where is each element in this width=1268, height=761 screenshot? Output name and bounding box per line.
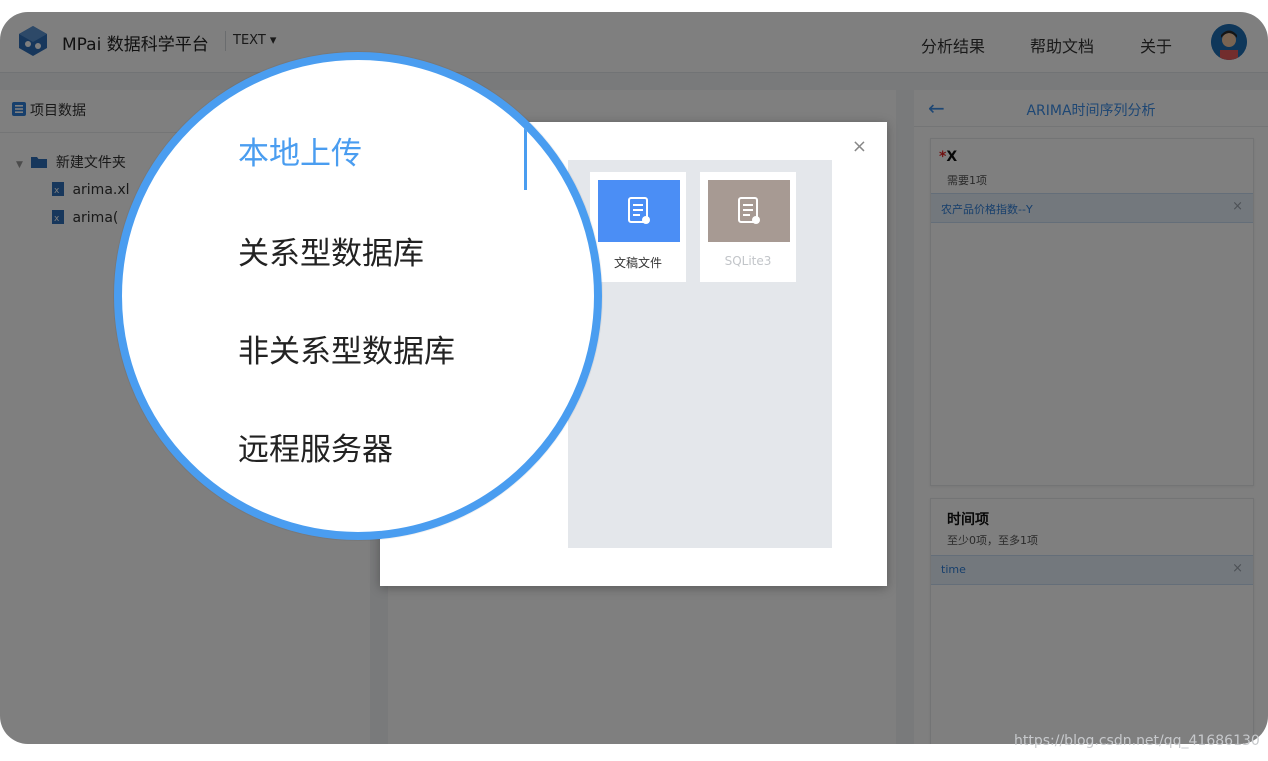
source-remote-server[interactable]: 远程服务器 [238,424,393,469]
active-indicator [524,120,527,190]
tile-icon-bg [598,180,680,242]
source-relational-db[interactable]: 关系型数据库 [238,228,424,273]
app-window: MPai 数据科学平台 TEXT ▾ 分析结果 帮助文档 关于 项目数据 ▼ [0,12,1268,744]
document-icon [738,197,760,224]
tile-label: 文稿文件 [613,256,662,270]
source-local-upload[interactable]: 本地上传 [238,128,362,173]
source-nonrelational-db[interactable]: 非关系型数据库 [238,326,455,371]
tile-document[interactable]: 文稿文件 [590,172,686,282]
tile-icon-bg [708,180,790,242]
source-menu-magnifier: 本地上传 关系型数据库 非关系型数据库 远程服务器 [114,52,602,540]
tile-label: SQLite3 [724,254,772,268]
watermark: https://blog.csdn.net/qq_41686130 [1014,733,1260,749]
document-icon [628,197,650,224]
source-tile-area: 文稿文件 SQLite3 [568,160,832,548]
close-icon[interactable]: × [852,136,867,157]
tile-sqlite[interactable]: SQLite3 [700,172,796,282]
